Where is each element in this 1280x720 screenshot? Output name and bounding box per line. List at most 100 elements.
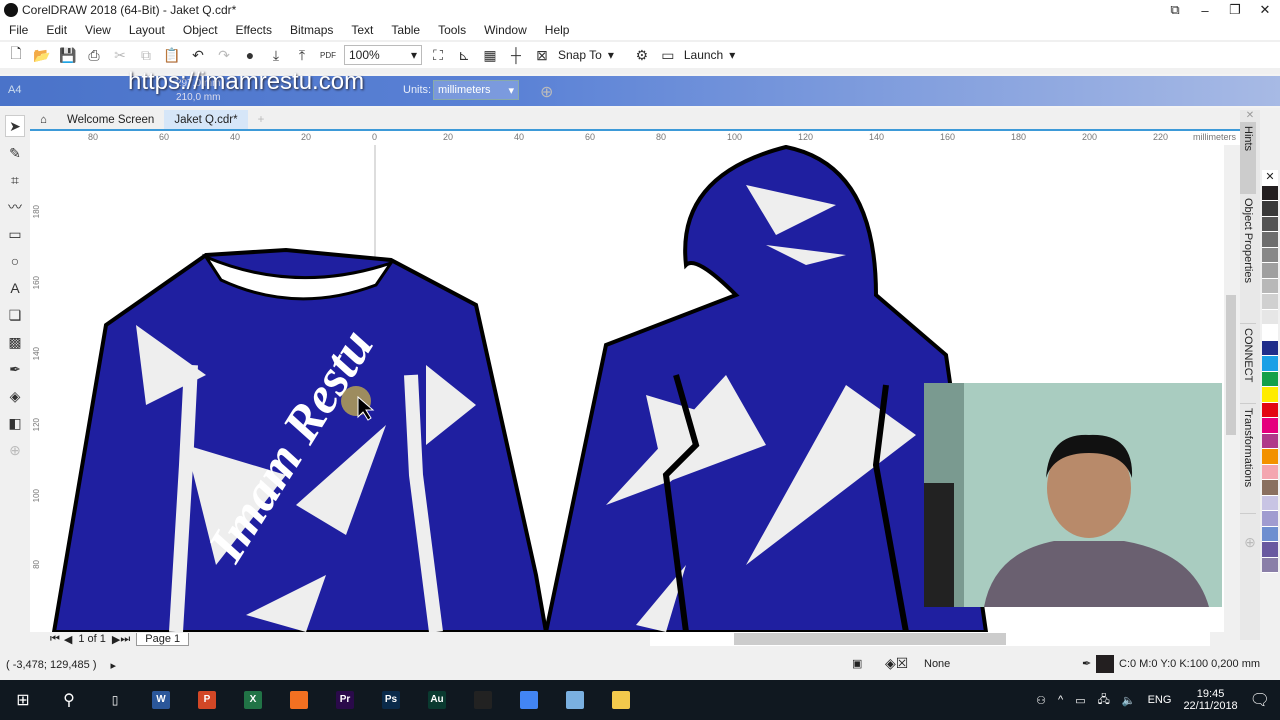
restore-button[interactable]: ❐ bbox=[1220, 0, 1250, 20]
palette-swatch[interactable] bbox=[1262, 247, 1278, 263]
menu-effects[interactable]: Effects bbox=[227, 23, 281, 37]
add-icon[interactable]: ⊕ bbox=[540, 82, 553, 102]
notifications-icon[interactable]: 🗨 bbox=[1250, 690, 1270, 710]
menu-window[interactable]: Window bbox=[475, 23, 536, 37]
eyedropper-tool-icon[interactable]: ✒ bbox=[5, 358, 25, 380]
paste-icon[interactable]: 📋 bbox=[162, 45, 182, 65]
new-document-icon[interactable]: 🗋 bbox=[6, 45, 26, 65]
transparency-tool-icon[interactable]: ▩ bbox=[5, 331, 25, 353]
palette-swatch[interactable] bbox=[1262, 232, 1278, 248]
add-tool-icon[interactable]: ⊕ bbox=[5, 439, 25, 461]
launch-icon[interactable]: ▭ bbox=[658, 45, 678, 65]
menu-help[interactable]: Help bbox=[536, 23, 579, 37]
menu-bitmaps[interactable]: Bitmaps bbox=[281, 23, 342, 37]
rectangle-tool-icon[interactable]: ▭ bbox=[5, 223, 25, 245]
redo-icon[interactable]: ↷ bbox=[214, 45, 234, 65]
menu-text[interactable]: Text bbox=[342, 23, 382, 37]
palette-swatch[interactable] bbox=[1262, 201, 1278, 217]
home-icon[interactable]: ⌂ bbox=[30, 110, 57, 129]
start-button[interactable]: ⊞ bbox=[0, 680, 46, 720]
taskbar-app-app-orange[interactable] bbox=[276, 680, 322, 720]
page-tab[interactable]: Page 1 bbox=[136, 632, 190, 646]
jacket-back[interactable] bbox=[543, 145, 989, 632]
close-button[interactable]: ✕ bbox=[1250, 0, 1280, 20]
units-combo[interactable]: millimeters ▾ bbox=[433, 80, 519, 100]
import-icon[interactable]: ⤓ bbox=[266, 45, 286, 65]
publish-pdf-icon[interactable]: PDF bbox=[318, 45, 338, 65]
palette-swatch[interactable] bbox=[1262, 542, 1278, 558]
palette-swatch[interactable] bbox=[1262, 216, 1278, 232]
palette-swatch[interactable] bbox=[1262, 433, 1278, 449]
full-screen-icon[interactable]: ⛶ bbox=[428, 45, 448, 65]
palette-swatch[interactable] bbox=[1262, 511, 1278, 527]
palette-swatch[interactable] bbox=[1262, 387, 1278, 403]
taskbar-app-coreldraw[interactable] bbox=[460, 680, 506, 720]
palette-swatch[interactable] bbox=[1262, 449, 1278, 465]
show-hidden-icons[interactable]: ^ bbox=[1058, 694, 1063, 706]
crop-tool-icon[interactable]: ⌗ bbox=[5, 169, 25, 191]
open-icon[interactable]: 📂 bbox=[32, 45, 52, 65]
palette-swatch[interactable] bbox=[1262, 526, 1278, 542]
clock[interactable]: 19:45 22/11/2018 bbox=[1183, 688, 1237, 712]
taskbar-app-chrome[interactable] bbox=[506, 680, 552, 720]
taskbar-app-audition[interactable]: Au bbox=[414, 680, 460, 720]
cut-icon[interactable]: ✂ bbox=[110, 45, 130, 65]
prev-page-icon[interactable]: ◀ bbox=[64, 633, 72, 646]
minimize-button[interactable]: – bbox=[1190, 0, 1220, 20]
ellipse-tool-icon[interactable]: ○ bbox=[5, 250, 25, 272]
horizontal-ruler[interactable]: 80 60 40 20 0 20 40 60 80 100 120 140 160 180 200 220 mi… bbox=[30, 129, 1240, 145]
palette-swatch[interactable] bbox=[1262, 325, 1278, 341]
shadow-tool-icon[interactable]: ❏ bbox=[5, 304, 25, 326]
palette-swatch[interactable] bbox=[1262, 418, 1278, 434]
taskbar-app-word[interactable]: W bbox=[138, 680, 184, 720]
taskbar-app-photoshop[interactable]: Ps bbox=[368, 680, 414, 720]
palette-swatch[interactable] bbox=[1262, 340, 1278, 356]
last-page-icon[interactable]: ⏭ bbox=[120, 633, 130, 646]
tab-jaket-q[interactable]: Jaket Q.cdr* bbox=[164, 110, 248, 129]
vertical-ruler[interactable]: 180 160 140 120 100 80 bbox=[30, 145, 46, 632]
zoom-level-combo[interactable]: 100% ▾ bbox=[344, 45, 422, 65]
palette-swatch[interactable] bbox=[1262, 495, 1278, 511]
freehand-tool-icon[interactable]: 〰 bbox=[5, 196, 25, 218]
color-proof-icon[interactable]: ▣ bbox=[852, 657, 862, 670]
color-palette[interactable]: ✕ bbox=[1262, 170, 1278, 610]
copy-icon[interactable]: ⧉ bbox=[136, 45, 156, 65]
menu-edit[interactable]: Edit bbox=[37, 23, 76, 37]
vertical-scrollbar[interactable] bbox=[1224, 145, 1238, 632]
menu-layout[interactable]: Layout bbox=[120, 23, 174, 37]
first-page-icon[interactable]: ⏮ bbox=[50, 633, 60, 646]
close-docker-icon[interactable]: ✕ bbox=[1240, 110, 1260, 122]
export-icon[interactable]: ⤒ bbox=[292, 45, 312, 65]
docker-tab-hints[interactable]: Hints bbox=[1240, 122, 1256, 194]
palette-swatch[interactable] bbox=[1262, 371, 1278, 387]
jacket-front[interactable]: Imam Restu bbox=[51, 247, 549, 632]
menu-file[interactable]: File bbox=[0, 23, 37, 37]
expand-icon[interactable]: ▸ bbox=[111, 659, 117, 672]
rulers-icon[interactable]: ⊾ bbox=[454, 45, 474, 65]
taskbar-app-powerpoint[interactable]: P bbox=[184, 680, 230, 720]
language-indicator[interactable]: ENG bbox=[1148, 694, 1172, 706]
tab-welcome-screen[interactable]: Welcome Screen bbox=[57, 110, 164, 129]
undo-icon[interactable]: ↶ bbox=[188, 45, 208, 65]
share-icon[interactable]: ⧉ bbox=[1160, 0, 1190, 20]
snap-to-button[interactable]: Snap To bbox=[558, 48, 602, 62]
menu-view[interactable]: View bbox=[76, 23, 120, 37]
palette-swatch[interactable] bbox=[1262, 402, 1278, 418]
task-view-icon[interactable]: ▯ bbox=[92, 680, 138, 720]
add-docker-icon[interactable]: ⊕ bbox=[1240, 534, 1260, 551]
people-icon[interactable]: ⚇ bbox=[1036, 694, 1046, 707]
palette-swatch[interactable] bbox=[1262, 480, 1278, 496]
menu-object[interactable]: Object bbox=[174, 23, 227, 37]
menu-tools[interactable]: Tools bbox=[429, 23, 475, 37]
palette-swatch[interactable] bbox=[1262, 356, 1278, 372]
docker-tab-connect[interactable]: CONNECT bbox=[1240, 324, 1256, 404]
docker-tab-transformations[interactable]: Transformations bbox=[1240, 404, 1256, 514]
palette-swatch[interactable] bbox=[1262, 294, 1278, 310]
docker-tab-object-properties[interactable]: Object Properties bbox=[1240, 194, 1256, 324]
pick-tool-icon[interactable]: ➤ bbox=[5, 115, 25, 137]
launch-button[interactable]: Launch bbox=[684, 48, 723, 62]
new-tab-icon[interactable]: + bbox=[248, 110, 275, 129]
next-page-icon[interactable]: ▶ bbox=[112, 633, 120, 646]
battery-icon[interactable]: ▭ bbox=[1075, 694, 1085, 707]
no-color-swatch[interactable]: ✕ bbox=[1262, 170, 1278, 186]
